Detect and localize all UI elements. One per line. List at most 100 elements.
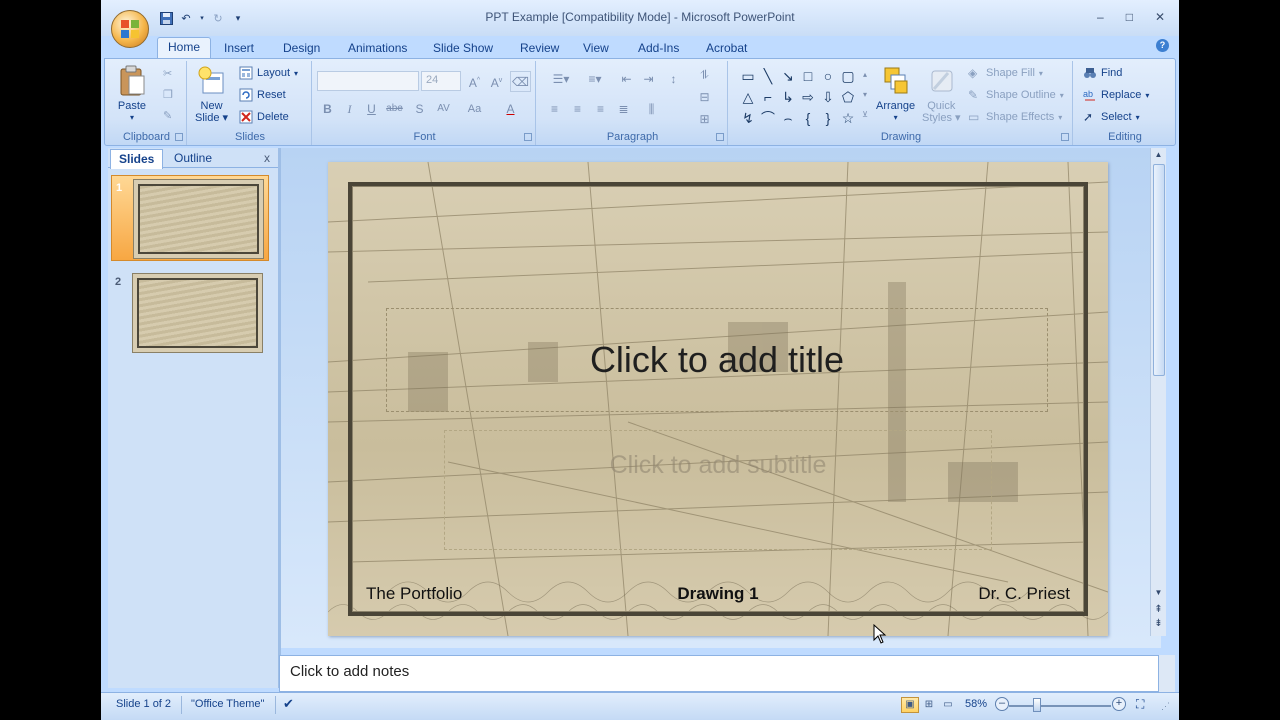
paragraph-launcher-icon[interactable] (716, 133, 724, 141)
freeform-shape-icon[interactable]: ↯ (738, 109, 758, 128)
normal-view-icon[interactable]: ▣ (901, 697, 919, 713)
bullets-icon[interactable]: ☰▾ (544, 69, 578, 90)
shape-effects-button[interactable]: ▭ Shape Effects ▾ (968, 110, 1062, 124)
tab-review[interactable]: Review (510, 39, 569, 57)
layout-button[interactable]: Layout ▾ (239, 66, 298, 80)
shape-outline-button[interactable]: ✎ Shape Outline ▾ (968, 88, 1064, 102)
arc-shape-icon[interactable]: ⌢ (778, 109, 798, 128)
font-name-field[interactable] (317, 71, 419, 91)
slide-thumbnail-1[interactable]: 1 (111, 175, 269, 261)
smartart-icon[interactable]: ⊞ (694, 109, 715, 130)
line-spacing-icon[interactable]: ↕ (663, 69, 684, 90)
find-button[interactable]: Find (1083, 66, 1122, 80)
close-pane-icon[interactable]: x (264, 151, 270, 165)
grow-font-icon[interactable]: A^ (464, 71, 485, 92)
spell-check-icon[interactable]: ✔ (283, 696, 294, 712)
tab-insert[interactable]: Insert (214, 39, 264, 57)
clear-formatting-icon[interactable]: ⌫ (510, 71, 531, 92)
elbow-arrow-icon[interactable]: ↳ (778, 88, 798, 107)
flowchart-shape-icon[interactable]: ⬠ (838, 88, 858, 107)
change-case-button[interactable]: Aa (464, 99, 485, 120)
align-center-icon[interactable]: ≡ (567, 99, 588, 120)
arrange-button[interactable]: Arrange ▾ (876, 65, 915, 124)
new-slide-button[interactable]: New Slide ▾ (195, 65, 228, 124)
scroll-down-icon[interactable]: ▼ (1151, 588, 1166, 597)
vertical-scrollbar[interactable]: ▲ ▼ ⇞ ⇟ (1150, 148, 1166, 636)
tab-design[interactable]: Design (273, 39, 330, 57)
help-icon[interactable]: ? (1156, 39, 1169, 52)
fit-to-window-icon[interactable]: ⛶ (1136, 697, 1144, 712)
scroll-up-icon[interactable]: ▲ (1151, 150, 1166, 159)
decrease-indent-icon[interactable]: ⇤ (616, 69, 637, 90)
previous-slide-icon[interactable]: ⇞ (1151, 604, 1166, 615)
rounded-rect-shape-icon[interactable]: ▢ (838, 67, 858, 86)
drawing-launcher-icon[interactable] (1061, 133, 1069, 141)
zoom-in-icon[interactable]: + (1112, 697, 1126, 711)
increase-indent-icon[interactable]: ⇥ (638, 69, 659, 90)
star-shape-icon[interactable]: ☆ (838, 109, 858, 128)
align-right-icon[interactable]: ≡ (590, 99, 611, 120)
maximize-button[interactable]: □ (1126, 10, 1133, 24)
bold-button[interactable]: B (317, 99, 338, 120)
replace-button[interactable]: ab Replace ▾ (1083, 88, 1149, 102)
select-button[interactable]: ➚ Select ▾ (1083, 110, 1140, 124)
slide-show-view-icon[interactable]: ▭ (939, 697, 957, 713)
align-text-icon[interactable]: ⊟ (694, 87, 715, 108)
right-brace-icon[interactable]: } (818, 109, 838, 128)
text-shadow-button[interactable]: S (409, 99, 430, 120)
underline-button[interactable]: U (361, 99, 382, 120)
slide-thumbnail-2[interactable]: 2 (111, 270, 269, 356)
columns-icon[interactable]: ⫼ (641, 99, 662, 120)
current-slide[interactable]: Click to add title Click to add subtitle… (328, 162, 1108, 636)
left-brace-icon[interactable]: { (798, 109, 818, 128)
shapes-gallery[interactable]: ▭ ╲ ↘ □ ○ ▢ △ ⌐ ↳ ⇨ ⇩ ⬠ ↯ ⌒ ⌢ { } ☆ (738, 67, 868, 128)
subtitle-placeholder[interactable]: Click to add subtitle (444, 430, 992, 550)
font-launcher-icon[interactable] (524, 133, 532, 141)
format-painter-icon[interactable]: ✎ (163, 109, 172, 122)
triangle-shape-icon[interactable]: △ (738, 88, 758, 107)
notes-pane[interactable]: Click to add notes (279, 655, 1159, 692)
text-direction-icon[interactable]: ⥮ (694, 65, 715, 86)
title-placeholder[interactable]: Click to add title (386, 308, 1048, 412)
paste-button[interactable]: Paste ▾ (117, 65, 147, 124)
curve-shape-icon[interactable]: ⌒ (758, 109, 778, 128)
delete-button[interactable]: Delete (239, 110, 289, 124)
slide-sorter-view-icon[interactable]: ⊞ (920, 697, 938, 713)
resize-grip-icon[interactable]: ⋰ (1161, 701, 1170, 712)
rectangle-shape-icon[interactable]: □ (798, 67, 818, 86)
justify-icon[interactable]: ≣ (613, 99, 634, 120)
font-size-field[interactable]: 24 (421, 71, 461, 91)
next-slide-icon[interactable]: ⇟ (1151, 618, 1166, 629)
copy-icon[interactable]: ❐ (163, 88, 173, 101)
notes-scrollbar[interactable] (1159, 655, 1175, 692)
oval-shape-icon[interactable]: ○ (818, 67, 838, 86)
shrink-font-icon[interactable]: Av (486, 71, 507, 92)
zoom-slider-track[interactable] (1009, 705, 1111, 707)
quick-styles-button[interactable]: Quick Styles ▾ (922, 65, 961, 124)
italic-button[interactable]: I (339, 99, 360, 120)
clipboard-launcher-icon[interactable] (175, 133, 183, 141)
close-button[interactable]: ✕ (1155, 10, 1165, 24)
tab-outline[interactable]: Outline (166, 149, 220, 167)
footer-right-text[interactable]: Dr. C. Priest (978, 584, 1070, 604)
tab-view[interactable]: View (573, 39, 619, 57)
cut-icon[interactable]: ✂ (163, 67, 172, 80)
tab-slide-show[interactable]: Slide Show (423, 39, 503, 57)
gallery-scroll-down-icon[interactable]: ▾ (860, 85, 870, 106)
zoom-level[interactable]: 58% (965, 698, 987, 710)
office-button[interactable] (111, 10, 149, 48)
gallery-scroll-up-icon[interactable]: ▴ (860, 65, 870, 86)
gallery-more-icon[interactable]: ⊻ (860, 105, 870, 126)
down-arrow-shape-icon[interactable]: ⇩ (818, 88, 838, 107)
elbow-connector-icon[interactable]: ⌐ (758, 88, 778, 107)
tab-animations[interactable]: Animations (338, 39, 417, 57)
tab-home[interactable]: Home (157, 37, 212, 59)
zoom-slider-knob[interactable] (1033, 698, 1041, 712)
numbering-icon[interactable]: ≡▾ (578, 69, 612, 90)
arrow-line-shape-icon[interactable]: ↘ (778, 67, 798, 86)
zoom-out-icon[interactable]: – (995, 697, 1009, 711)
line-shape-icon[interactable]: ╲ (758, 67, 778, 86)
textbox-shape-icon[interactable]: ▭ (738, 67, 758, 86)
shape-fill-button[interactable]: ◈ Shape Fill ▾ (968, 66, 1043, 80)
tab-acrobat[interactable]: Acrobat (696, 39, 757, 57)
